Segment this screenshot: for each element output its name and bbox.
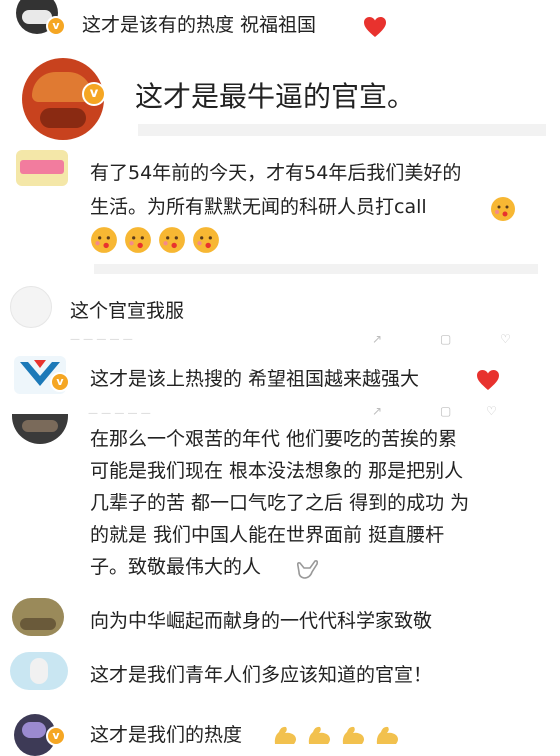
comment-text-line-1: 有了54年前的今天，才有54年后我们美好的	[90, 162, 462, 184]
comment-text-line-5: 子。致敬最伟大的人	[90, 556, 262, 578]
divider	[94, 264, 538, 274]
divider	[138, 124, 546, 136]
comment-2: v 这才是最牛逼的官宣。	[0, 50, 560, 140]
verified-icon: v	[82, 82, 106, 106]
heart-icon	[363, 16, 387, 42]
avatar[interactable]	[12, 598, 64, 636]
share-icon[interactable]: ↗	[372, 332, 382, 346]
comment-text-line-2: 可能是我们现在 根本没法想象的 那是把别人	[90, 460, 464, 482]
comment-text: 向为中华崛起而献身的一代代科学家致敬	[90, 610, 433, 632]
kiss-emoji-icon	[124, 226, 152, 258]
comment-6: 在那么一个艰苦的年代 他们要吃的苦挨的累 可能是我们现在 根本没法想象的 那是把…	[0, 414, 560, 590]
kiss-emoji-icon	[90, 226, 118, 258]
avatar[interactable]	[16, 150, 68, 186]
share-icon[interactable]: ↗	[372, 404, 382, 418]
comment-text: 这才是该上热搜的 希望祖国越来越强大	[90, 368, 420, 390]
comment-text: 这才是我们的热度	[90, 724, 243, 746]
heart-icon	[476, 369, 500, 395]
comment-text-line-3: 几辈子的苦 都一口气吃了之后 得到的成功 为	[90, 492, 470, 514]
kiss-emoji-icon	[490, 196, 516, 226]
comment-icon[interactable]: ▢	[440, 332, 451, 346]
comment-text-line-2: 生活。为所有默默无闻的科研人员打call	[90, 196, 427, 218]
comment-1: v 这才是该有的热度 祝福祖国	[0, 0, 560, 44]
comment-7: 向为中华崛起而献身的一代代科学家致敬	[0, 598, 560, 646]
timestamp: — — — — —	[70, 334, 133, 345]
comment-4: 这个官宣我服 — — — — — ↗ ▢ ♡	[0, 280, 560, 350]
avatar[interactable]	[10, 652, 68, 690]
like-icon[interactable]: ♡	[500, 332, 511, 346]
comment-text: 这个官宣我服	[70, 300, 185, 322]
shaka-hand-icon	[294, 556, 320, 586]
comment-5: v 这才是该上热搜的 希望祖国越来越强大 — — — — — ↗ ▢ ♡	[0, 350, 560, 420]
comment-text-line-4: 的就是 我们中国人能在世界面前 挺直腰杆	[90, 524, 445, 546]
comment-9: v 这才是我们的热度	[0, 706, 560, 756]
like-icon[interactable]: ♡	[486, 404, 497, 418]
comment-8: 这才是我们青年人们多应该知道的官宣！	[0, 650, 560, 706]
timestamp: — — — — —	[88, 408, 151, 419]
verified-icon: v	[46, 726, 66, 746]
kiss-emoji-icon	[158, 226, 186, 258]
avatar[interactable]	[10, 286, 52, 328]
comment-icon[interactable]: ▢	[440, 404, 451, 418]
comment-text: 这才是该有的热度 祝福祖国	[82, 14, 317, 36]
verified-icon: v	[50, 372, 70, 392]
kiss-emoji-icon	[192, 226, 220, 258]
verified-icon: v	[46, 16, 66, 36]
comment-text: 这才是最牛逼的官宣。	[135, 80, 416, 113]
comment-3: 有了54年前的今天，才有54年后我们美好的 生活。为所有默默无闻的科研人员打ca…	[0, 140, 560, 280]
avatar[interactable]	[12, 414, 68, 444]
comment-text: 这才是我们青年人们多应该知道的官宣！	[90, 664, 433, 686]
comment-text-line-1: 在那么一个艰苦的年代 他们要吃的苦挨的累	[90, 428, 458, 450]
